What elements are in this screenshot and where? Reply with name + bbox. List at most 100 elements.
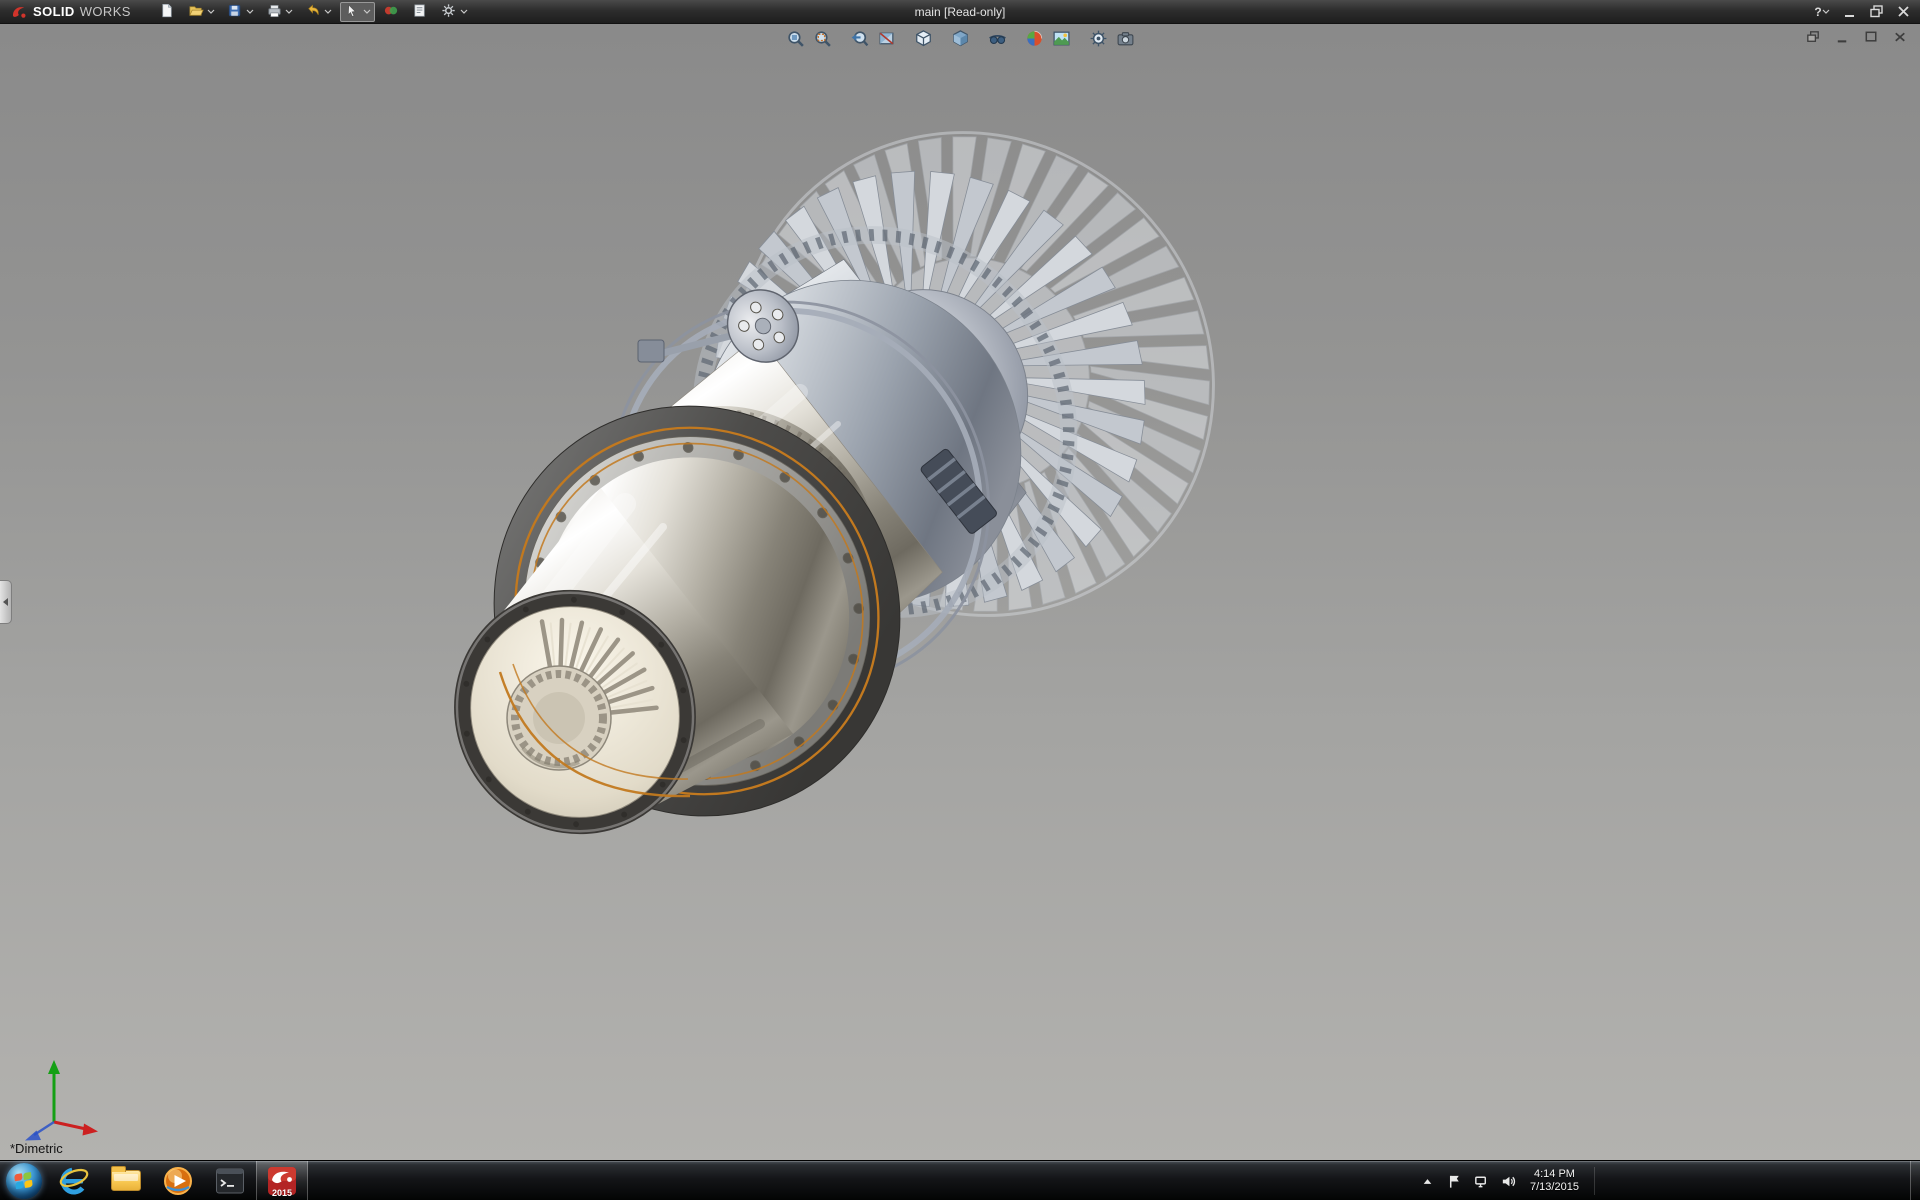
edit-appearance-button[interactable] xyxy=(1022,27,1046,49)
zoom-to-area-button[interactable] xyxy=(810,27,834,49)
close-button[interactable] xyxy=(1891,3,1915,21)
window-controls: ? xyxy=(1810,3,1920,21)
network-button[interactable] xyxy=(1472,1172,1490,1190)
internet-explorer-icon xyxy=(58,1165,90,1197)
maximize-document-icon xyxy=(1863,29,1880,46)
new-document-button[interactable] xyxy=(155,2,180,22)
minimize-button[interactable] xyxy=(1837,3,1861,21)
dropdown-caret-icon xyxy=(363,9,371,14)
select-button[interactable] xyxy=(340,2,375,22)
solidworks-logo-icon xyxy=(10,3,28,21)
display-style-icon xyxy=(951,29,970,48)
media-player-icon xyxy=(162,1165,194,1197)
taskbar-command-prompt[interactable] xyxy=(204,1161,256,1200)
zoom-fit-icon xyxy=(786,29,805,48)
print-icon xyxy=(266,3,283,20)
document-window-controls xyxy=(1803,29,1910,45)
undo-icon xyxy=(305,3,322,20)
apply-scene-button[interactable] xyxy=(1049,27,1073,49)
restore-button[interactable] xyxy=(1864,3,1888,21)
engine-3d-model[interactable] xyxy=(0,24,1920,1160)
camera-icon xyxy=(1116,29,1135,48)
dropdown-caret-icon xyxy=(285,9,293,14)
taskbar-items: 2015 xyxy=(0,1161,308,1200)
minimize-document-button[interactable] xyxy=(1832,29,1852,45)
tray-divider xyxy=(1594,1167,1595,1195)
clock-time: 4:14 PM xyxy=(1534,1168,1575,1181)
minimize-document-icon xyxy=(1834,29,1851,46)
action-center-button[interactable] xyxy=(1445,1172,1463,1190)
windows-start-icon xyxy=(6,1163,42,1199)
show-desktop-button[interactable] xyxy=(1910,1161,1920,1200)
network-icon xyxy=(1473,1173,1490,1190)
options-button[interactable] xyxy=(437,2,472,22)
folder-icon xyxy=(111,1170,141,1191)
volume-button[interactable] xyxy=(1499,1172,1517,1190)
solidworks-brand: SOLID WORKS xyxy=(0,3,141,21)
section-view-icon xyxy=(877,29,896,48)
zoom-fit-button[interactable] xyxy=(783,27,807,49)
brand-text-light: WORKS xyxy=(80,4,131,19)
close-document-button[interactable] xyxy=(1890,29,1910,45)
hide-show-items-icon xyxy=(988,29,1007,48)
solidworks-version-badge: 2015 xyxy=(257,1188,307,1198)
edit-appearance-icon xyxy=(1025,29,1044,48)
camera-button[interactable] xyxy=(1113,27,1137,49)
close-icon xyxy=(1895,3,1912,20)
file-properties-button[interactable] xyxy=(408,2,433,22)
brand-text-bold: SOLID xyxy=(33,4,75,19)
display-style-button[interactable] xyxy=(948,27,972,49)
zoom-to-area-icon xyxy=(813,29,832,48)
start-button[interactable] xyxy=(0,1161,48,1200)
file-properties-icon xyxy=(412,3,429,20)
open-icon xyxy=(188,3,205,20)
titlebar-tools xyxy=(155,2,472,22)
new-document-icon xyxy=(159,3,176,20)
help-glyph: ? xyxy=(1814,5,1821,19)
y-axis-icon xyxy=(48,1060,60,1074)
previous-view-icon xyxy=(850,29,869,48)
tray-icons xyxy=(1418,1172,1517,1190)
view-orientation-button[interactable] xyxy=(911,27,935,49)
taskbar-windows-explorer[interactable] xyxy=(100,1161,152,1200)
help-button[interactable]: ? xyxy=(1810,3,1834,21)
view-orientation-icon xyxy=(914,29,933,48)
taskbar-internet-explorer[interactable] xyxy=(48,1161,100,1200)
view-orientation-label: *Dimetric xyxy=(10,1141,63,1156)
view-settings-button[interactable] xyxy=(1086,27,1110,49)
save-icon xyxy=(227,3,244,20)
taskbar-clock[interactable]: 4:14 PM 7/13/2015 xyxy=(1530,1168,1579,1194)
view-settings-icon xyxy=(1089,29,1108,48)
close-document-icon xyxy=(1892,29,1909,46)
x-axis-icon xyxy=(83,1124,99,1136)
minimize-icon xyxy=(1841,3,1858,20)
xpress-products-button[interactable] xyxy=(379,2,404,22)
clock-date: 7/13/2015 xyxy=(1530,1181,1579,1194)
taskbar-solidworks-2015[interactable]: 2015 xyxy=(256,1161,308,1200)
viewport-3d[interactable]: *Dimetric xyxy=(0,24,1920,1160)
dropdown-caret-icon xyxy=(207,9,215,14)
dropdown-caret-icon xyxy=(460,9,468,14)
section-view-button[interactable] xyxy=(874,27,898,49)
show-hidden-icons-button[interactable] xyxy=(1418,1172,1436,1190)
taskbar-media-player[interactable] xyxy=(152,1161,204,1200)
featuremanager-collapse-tab[interactable] xyxy=(0,580,12,624)
maximize-document-button[interactable] xyxy=(1861,29,1881,45)
restore-document-button[interactable] xyxy=(1803,29,1823,45)
reference-triad xyxy=(8,1050,104,1151)
heads-up-toolbar xyxy=(783,27,1137,49)
dropdown-caret-icon xyxy=(1822,9,1830,14)
dropdown-caret-icon xyxy=(246,9,254,14)
xpress-products-icon xyxy=(383,3,400,20)
undo-button[interactable] xyxy=(301,2,336,22)
open-button[interactable] xyxy=(184,2,219,22)
show-hidden-icons-icon xyxy=(1419,1173,1436,1190)
taskbar: 2015 4:14 PM 7/13/2015 xyxy=(0,1160,1920,1200)
desktop: SOLIDWORKS main [Read-only] ? xyxy=(0,0,1920,1200)
previous-view-button[interactable] xyxy=(847,27,871,49)
restore-document-icon xyxy=(1805,29,1822,46)
system-tray: 4:14 PM 7/13/2015 xyxy=(1418,1161,1595,1200)
save-button[interactable] xyxy=(223,2,258,22)
print-button[interactable] xyxy=(262,2,297,22)
hide-show-items-button[interactable] xyxy=(985,27,1009,49)
